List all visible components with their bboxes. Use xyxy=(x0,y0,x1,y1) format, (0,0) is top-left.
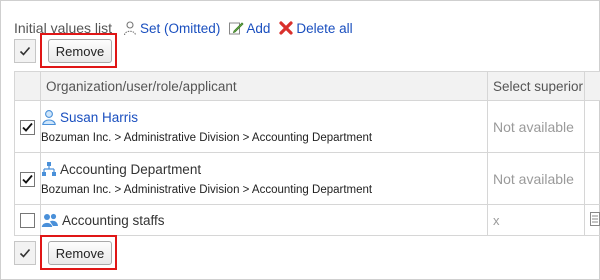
superior-value: Not available xyxy=(493,170,574,187)
checkmark-icon xyxy=(22,122,33,132)
row-checkbox[interactable] xyxy=(20,213,35,229)
edit-pencil-icon xyxy=(229,22,244,35)
add-link[interactable]: Add xyxy=(228,20,270,36)
superior-value: x xyxy=(493,212,500,228)
superior-value: Not available xyxy=(493,118,574,135)
organization-name: Accounting Department xyxy=(60,161,202,177)
table-row: Accounting Department Bozuman Inc. > Adm… xyxy=(14,152,600,205)
select-all-button-bottom[interactable] xyxy=(14,241,36,265)
delete-all-link[interactable]: Delete all xyxy=(278,20,353,36)
add-label: Add xyxy=(246,20,271,36)
org-path: Bozuman Inc. > Administrative Division >… xyxy=(41,184,373,196)
checkmark-icon xyxy=(19,248,31,258)
column-header-org: Organization/user/role/applicant xyxy=(40,71,488,101)
row-checkbox[interactable] xyxy=(20,171,35,187)
organization-icon xyxy=(42,162,56,176)
row-checkbox[interactable] xyxy=(20,119,35,135)
highlight-remove-top xyxy=(40,33,117,68)
role-name: Accounting staffs xyxy=(62,212,165,228)
highlight-remove-bottom xyxy=(40,235,117,270)
table-header-row: Organization/user/role/applicant Select … xyxy=(14,71,600,101)
checkmark-icon xyxy=(19,46,31,56)
delete-all-label: Delete all xyxy=(296,20,353,36)
table-row: Susan Harris Bozuman Inc. > Administrati… xyxy=(14,100,600,153)
document-icon[interactable] xyxy=(590,211,600,226)
select-all-button-top[interactable] xyxy=(14,39,36,63)
checkbox-column-header xyxy=(14,71,41,101)
table-row: Accounting staffs x xyxy=(14,204,600,236)
initial-values-table: Organization/user/role/applicant Select … xyxy=(14,71,600,236)
checkmark-icon xyxy=(22,174,33,184)
set-omitted-link[interactable]: Set (Omitted) xyxy=(122,20,220,36)
set-users-icon xyxy=(123,21,137,36)
role-group-icon xyxy=(41,213,58,227)
user-icon xyxy=(42,110,56,125)
column-header-superior: Select superior xyxy=(487,71,585,101)
org-path: Bozuman Inc. > Administrative Division >… xyxy=(41,132,373,144)
delete-x-icon xyxy=(279,21,293,35)
column-header-extra xyxy=(584,71,600,101)
user-name-link[interactable]: Susan Harris xyxy=(60,110,138,125)
set-omitted-label: Set (Omitted) xyxy=(140,20,221,36)
